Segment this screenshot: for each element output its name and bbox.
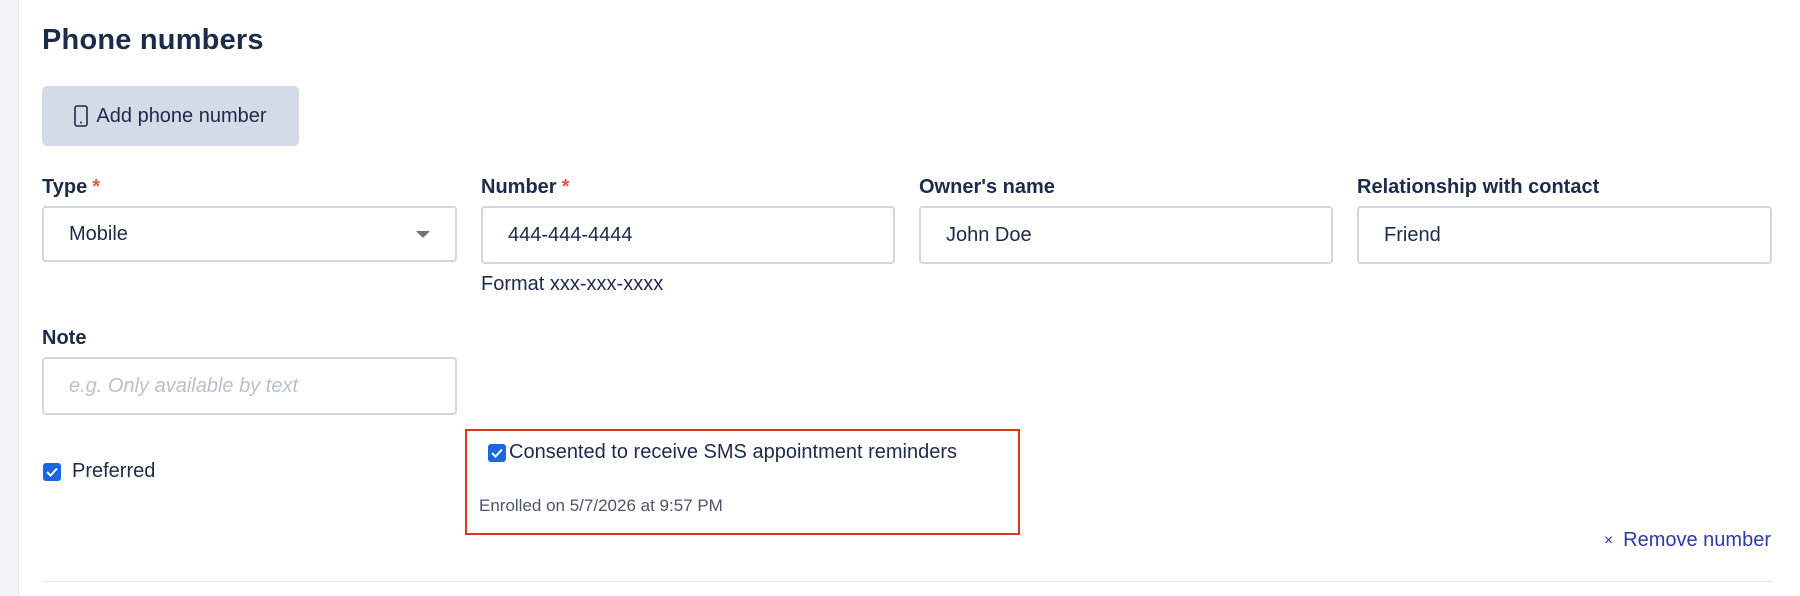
owner-name-label-text: Owner's name: [919, 176, 1055, 198]
type-label-text: Type: [42, 176, 88, 198]
preferred-label: Preferred: [72, 460, 156, 482]
number-label: Number *: [481, 176, 569, 199]
enrolled-timestamp: Enrolled on 5/7/2026 at 9:57 PM: [479, 496, 723, 515]
type-label: Type *: [42, 176, 100, 199]
section-divider: [42, 581, 1772, 582]
remove-number-label: Remove number: [1623, 529, 1771, 551]
section-title: Phone numbers: [42, 24, 264, 56]
owner-name-label: Owner's name: [919, 176, 1055, 199]
note-label-text: Note: [42, 327, 87, 349]
checkmark-icon: [491, 448, 503, 458]
note-placeholder: e.g. Only available by text: [69, 374, 299, 397]
relationship-label-text: Relationship with contact: [1357, 176, 1600, 198]
number-input-value: 444-444-4444: [508, 223, 633, 246]
required-marker: *: [92, 176, 100, 198]
chevron-down-icon: [416, 231, 430, 238]
close-icon: ×: [1603, 531, 1614, 549]
owner-name-value: John Doe: [946, 223, 1032, 246]
number-format-hint: Format xxx-xxx-xxxx: [481, 273, 664, 295]
owner-name-input[interactable]: John Doe: [919, 206, 1333, 264]
required-marker: *: [561, 176, 570, 198]
relationship-input[interactable]: Friend: [1357, 206, 1772, 264]
note-label: Note: [42, 327, 86, 350]
phone-numbers-card: Phone numbers Add phone number Type * Mob…: [18, 0, 1800, 596]
type-select-value: Mobile: [69, 222, 128, 245]
preferred-checkbox[interactable]: [43, 463, 61, 481]
number-label-text: Number: [481, 176, 557, 198]
checkmark-icon: [46, 467, 58, 477]
note-input[interactable]: e.g. Only available by text: [42, 357, 457, 415]
sms-consent-checkbox[interactable]: [488, 444, 506, 462]
type-select[interactable]: Mobile: [42, 206, 457, 262]
relationship-value: Friend: [1384, 223, 1441, 246]
remove-number-button[interactable]: × Remove number: [1604, 529, 1771, 552]
sms-consent-label: Consented to receive SMS appointment rem…: [509, 441, 958, 463]
add-phone-number-label: Add phone number: [96, 104, 267, 127]
mobile-phone-icon: [74, 105, 89, 127]
number-input[interactable]: 444-444-4444: [481, 206, 895, 264]
add-phone-number-button[interactable]: Add phone number: [42, 86, 299, 146]
relationship-label: Relationship with contact: [1357, 176, 1599, 199]
